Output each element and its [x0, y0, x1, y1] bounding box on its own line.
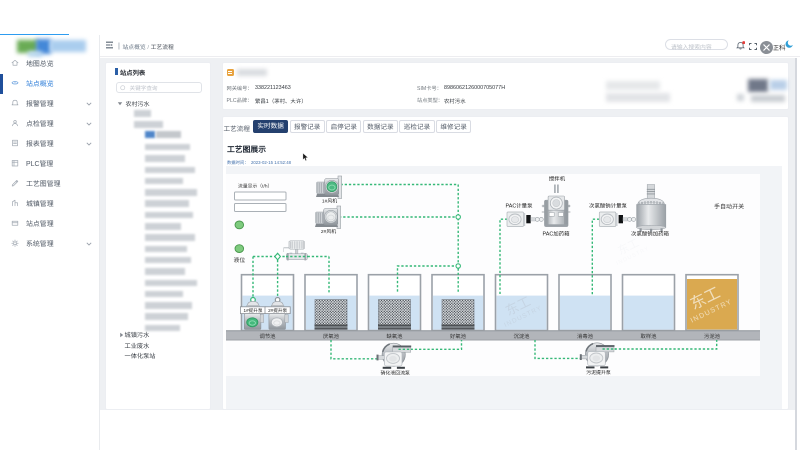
svg-text:消毒池: 消毒池	[577, 333, 594, 340]
svg-text:好氧池: 好氧池	[450, 333, 467, 340]
svg-text:2#风机: 2#风机	[321, 228, 336, 235]
svg-text:沉淀池: 沉淀池	[514, 333, 531, 340]
svg-text:PAC加药箱: PAC加药箱	[543, 231, 571, 238]
svg-text:搅拌机: 搅拌机	[549, 176, 566, 183]
svg-text:次氯酸钠加药箱: 次氯酸钠加药箱	[631, 231, 669, 238]
svg-text:污泥提升泵: 污泥提升泵	[586, 369, 611, 376]
svg-text:2#提升泵: 2#提升泵	[268, 308, 287, 313]
svg-text:取样池: 取样池	[641, 333, 658, 340]
svg-text:缺氧池: 缺氧池	[387, 333, 404, 340]
svg-text:PAC计量泵: PAC计量泵	[506, 203, 534, 210]
svg-text:次氯酸钠计量泵: 次氯酸钠计量泵	[589, 203, 627, 210]
svg-text:1#风机: 1#风机	[322, 198, 337, 205]
svg-text:厌氧池: 厌氧池	[323, 333, 340, 340]
svg-text:液位: 液位	[234, 257, 246, 264]
svg-text:流量显示（t/h）: 流量显示（t/h）	[238, 182, 272, 189]
svg-text:硝化液回流泵: 硝化液回流泵	[380, 369, 410, 376]
svg-text:污泥池: 污泥池	[704, 333, 721, 340]
svg-text:1#提升泵: 1#提升泵	[243, 308, 262, 313]
svg-text:手自动开关: 手自动开关	[714, 203, 744, 211]
svg-text:调节池: 调节池	[260, 333, 277, 340]
